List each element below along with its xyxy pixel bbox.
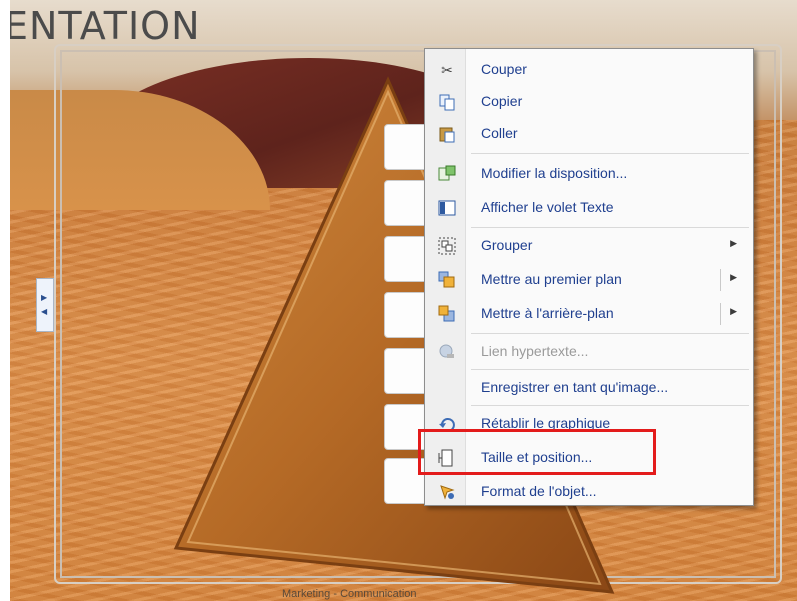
menu-item-modifier-disposition[interactable]: Modifier la disposition... bbox=[425, 157, 753, 191]
menu-item-couper[interactable]: ✂ Couper bbox=[425, 53, 753, 87]
menu-item-label: Mettre à l'arrière-plan bbox=[481, 305, 614, 321]
menu-item-label: Enregistrer en tant qu'image... bbox=[481, 379, 669, 395]
menu-item-coller[interactable]: Coller bbox=[425, 117, 753, 151]
menu-item-label: Afficher le volet Texte bbox=[481, 199, 614, 215]
group-icon bbox=[438, 237, 456, 255]
menu-item-enregistrer-image[interactable]: Enregistrer en tant qu'image... bbox=[425, 371, 753, 405]
submenu-split bbox=[720, 269, 721, 291]
text-pane-icon bbox=[438, 199, 456, 217]
layout-icon bbox=[438, 165, 456, 183]
scissors-icon: ✂ bbox=[441, 62, 453, 78]
menu-item-label: Mettre au premier plan bbox=[481, 271, 622, 287]
menu-item-label: Format de l'objet... bbox=[481, 483, 597, 499]
submenu-split bbox=[720, 303, 721, 325]
menu-separator bbox=[471, 405, 749, 406]
slide-footer: Marketing - Communication bbox=[282, 588, 417, 600]
menu-item-copier[interactable]: Copier bbox=[425, 85, 753, 119]
menu-item-label: Coller bbox=[481, 125, 518, 141]
menu-separator bbox=[471, 369, 749, 370]
submenu-arrow-icon[interactable]: ▶ bbox=[730, 306, 737, 317]
hyperlink-icon bbox=[438, 343, 456, 361]
menu-item-label: Copier bbox=[481, 93, 523, 109]
menu-item-label: Couper bbox=[481, 61, 527, 77]
paste-icon bbox=[438, 125, 456, 143]
menu-item-grouper[interactable]: Grouper ▶ bbox=[425, 229, 753, 263]
menu-item-label: Grouper bbox=[481, 237, 533, 253]
menu-item-format-objet[interactable]: Format de l'objet... bbox=[425, 475, 753, 509]
menu-separator bbox=[471, 333, 749, 334]
submenu-arrow-icon[interactable]: ▶ bbox=[730, 272, 737, 283]
menu-separator bbox=[471, 153, 749, 154]
menu-item-label: Modifier la disposition... bbox=[481, 165, 628, 181]
menu-separator bbox=[471, 227, 749, 228]
menu-item-premier-plan[interactable]: Mettre au premier plan ▶ bbox=[425, 263, 753, 297]
highlight-annotation-box bbox=[418, 429, 656, 475]
copy-icon bbox=[438, 93, 456, 111]
submenu-arrow-icon: ▶ bbox=[730, 238, 737, 248]
menu-item-afficher-volet-texte[interactable]: Afficher le volet Texte bbox=[425, 191, 753, 225]
send-back-icon bbox=[438, 305, 456, 323]
menu-item-lien-hypertexte: Lien hypertexte... bbox=[425, 335, 753, 369]
menu-item-arriere-plan[interactable]: Mettre à l'arrière-plan ▶ bbox=[425, 297, 753, 331]
format-object-icon bbox=[438, 483, 456, 501]
bring-front-icon bbox=[438, 271, 456, 289]
menu-item-label: Lien hypertexte... bbox=[481, 343, 589, 359]
